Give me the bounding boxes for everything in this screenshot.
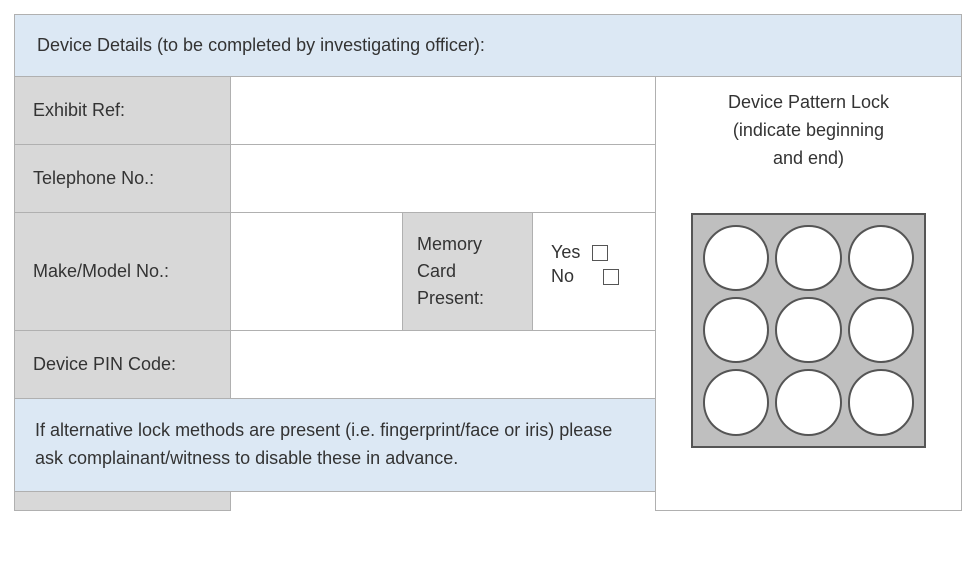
form-header-text: Device Details (to be completed by inves… [37, 35, 485, 55]
form-body: Exhibit Ref: Telephone No.: Make/Model N… [15, 77, 961, 510]
partial-next-row [15, 492, 655, 510]
pattern-dot-8[interactable] [775, 369, 841, 435]
pattern-dot-7[interactable] [703, 369, 769, 435]
pin-row: Device PIN Code: [15, 331, 655, 399]
pattern-dot-3[interactable] [848, 225, 914, 291]
note-text: If alternative lock methods are present … [35, 420, 612, 468]
telephone-label-text: Telephone No.: [33, 168, 154, 189]
pattern-title-line3: and end) [728, 145, 889, 173]
device-details-form: Device Details (to be completed by inves… [14, 14, 962, 511]
memory-card-value: Yes No [533, 213, 655, 330]
no-label: No [551, 266, 574, 287]
exhibit-ref-input[interactable] [231, 77, 655, 144]
pattern-dot-4[interactable] [703, 297, 769, 363]
partial-value-cell [231, 492, 655, 512]
left-column: Exhibit Ref: Telephone No.: Make/Model N… [15, 77, 655, 510]
pattern-title-line2: (indicate beginning [728, 117, 889, 145]
exhibit-ref-label: Exhibit Ref: [15, 77, 231, 144]
memory-yes-option: Yes [551, 242, 637, 263]
no-checkbox[interactable] [603, 269, 619, 285]
exhibit-ref-row: Exhibit Ref: [15, 77, 655, 145]
pin-input[interactable] [231, 331, 655, 398]
memory-card-label: Memory Card Present: [403, 213, 533, 330]
pin-label: Device PIN Code: [15, 331, 231, 398]
yes-label: Yes [551, 242, 580, 263]
make-model-label-text: Make/Model No.: [33, 261, 169, 282]
pattern-dot-5[interactable] [775, 297, 841, 363]
pattern-dot-1[interactable] [703, 225, 769, 291]
telephone-label: Telephone No.: [15, 145, 231, 212]
alternative-lock-note: If alternative lock methods are present … [15, 399, 655, 492]
pattern-title-line1: Device Pattern Lock [728, 89, 889, 117]
make-model-label: Make/Model No.: [15, 213, 231, 330]
pattern-dot-6[interactable] [848, 297, 914, 363]
form-header: Device Details (to be completed by inves… [15, 15, 961, 77]
pin-label-text: Device PIN Code: [33, 354, 176, 375]
pattern-lock-grid[interactable] [691, 213, 926, 448]
memory-no-option: No [551, 266, 637, 287]
pattern-lock-column: Device Pattern Lock (indicate beginning … [655, 77, 961, 510]
telephone-row: Telephone No.: [15, 145, 655, 213]
memory-card-label-text: Memory Card Present: [417, 231, 518, 312]
telephone-input[interactable] [231, 145, 655, 212]
pattern-lock-title: Device Pattern Lock (indicate beginning … [720, 89, 897, 173]
pattern-dot-9[interactable] [848, 369, 914, 435]
make-model-row: Make/Model No.: Memory Card Present: Yes… [15, 213, 655, 331]
yes-checkbox[interactable] [592, 245, 608, 261]
exhibit-ref-label-text: Exhibit Ref: [33, 100, 125, 121]
pattern-dot-2[interactable] [775, 225, 841, 291]
make-model-input[interactable] [231, 213, 403, 330]
partial-label-cell [15, 492, 231, 510]
